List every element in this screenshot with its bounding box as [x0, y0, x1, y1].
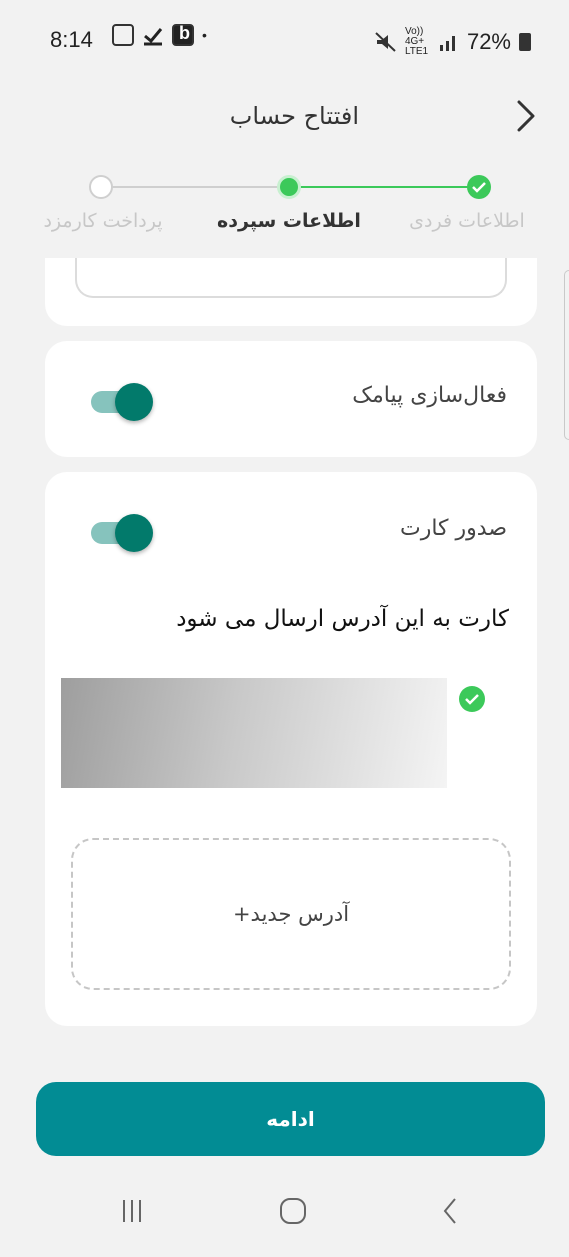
battery-percent: 72%	[466, 29, 511, 54]
send-address-text: کارت به این آدرس ارسال می شود	[176, 606, 509, 632]
back-icon[interactable]	[440, 1196, 460, 1226]
address-redacted[interactable]	[61, 678, 447, 788]
new-address-button[interactable]: +آدرس جدید	[71, 838, 511, 990]
continue-button[interactable]: ادامه	[36, 1082, 545, 1156]
sms-label: فعال‌سازی پیامک	[352, 383, 507, 408]
sms-toggle[interactable]	[91, 383, 153, 421]
app-header: افتتاح حساب	[0, 82, 569, 152]
signal-icon	[439, 36, 455, 51]
download-done-icon	[144, 28, 163, 46]
card-issue-toggle[interactable]	[91, 514, 153, 552]
address-selected-check-icon[interactable]	[459, 686, 485, 712]
network-label: Vo)) 4G+ LTE1	[404, 26, 429, 57]
toggle-knob	[115, 383, 153, 421]
dot-icon: •	[202, 27, 207, 43]
recent-apps-icon[interactable]	[120, 1196, 144, 1226]
new-address-label: +آدرس جدید	[232, 902, 350, 926]
app-notification-icon	[172, 23, 194, 46]
status-system-icons: Vo)) 4G+ LTE1 72%	[375, 27, 531, 57]
progress-stepper: پرداخت کارمزد اطلاعات سپرده اطلاعات فردی	[0, 165, 569, 245]
page-title: افتتاح حساب	[229, 102, 359, 130]
status-notification-icons: •	[112, 23, 207, 46]
screenshot-icon	[112, 24, 134, 46]
previous-card	[45, 258, 537, 326]
step-line-pending	[100, 186, 290, 188]
system-navbar	[0, 1172, 569, 1257]
step-label-deposit: اطلاعات سپرده	[217, 210, 361, 232]
sms-card: فعال‌سازی پیامک	[45, 341, 537, 457]
mute-icon	[375, 32, 396, 52]
scroll-indicator[interactable]	[564, 270, 569, 440]
home-icon[interactable]	[278, 1196, 308, 1226]
step-dot-current	[277, 175, 301, 199]
battery-icon	[519, 33, 531, 51]
step-label-fee: پرداخت کارمزد	[43, 210, 163, 232]
step-dot-done	[467, 175, 491, 199]
card-issue-label: صدور کارت	[400, 516, 507, 541]
status-bar: 8:14 • Vo)) 4G+ LTE1 72%	[0, 0, 569, 82]
back-arrow-icon[interactable]	[511, 98, 541, 134]
check-icon	[472, 182, 486, 193]
toggle-knob	[115, 514, 153, 552]
check-icon	[465, 694, 479, 705]
step-label-personal: اطلاعات فردی	[409, 210, 525, 232]
card-issuance-card: صدور کارت کارت به این آدرس ارسال می شود …	[45, 472, 537, 1026]
step-line-done	[290, 186, 480, 188]
status-time: 8:14	[50, 27, 93, 52]
input-field-remnant[interactable]	[75, 258, 507, 298]
step-dot-pending	[89, 175, 113, 199]
